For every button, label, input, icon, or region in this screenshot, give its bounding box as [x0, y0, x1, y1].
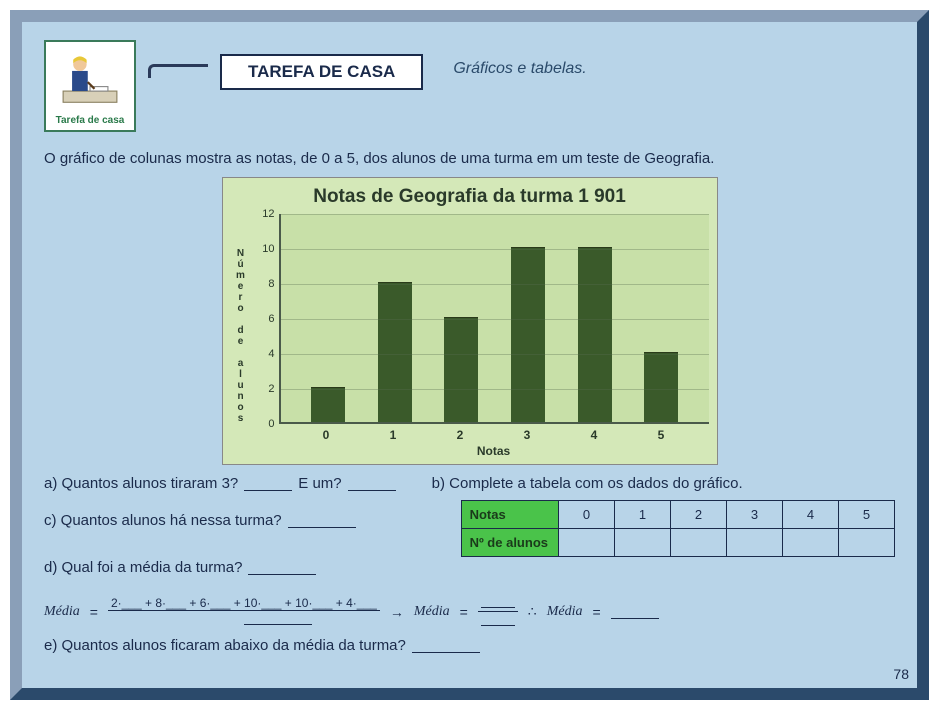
table-cell: 2 [671, 501, 727, 529]
blank-input[interactable] [288, 514, 356, 528]
table-cell: 5 [839, 501, 895, 529]
x-tick-label: 3 [494, 428, 561, 442]
x-tick-label: 5 [628, 428, 695, 442]
table-row2-label: Nº de alunos [461, 529, 558, 557]
badge-caption: Tarefa de casa [56, 115, 125, 126]
blank-input[interactable] [348, 477, 396, 491]
arrow-icon: → [390, 604, 404, 620]
chart-container: Notas de Geografia da turma 1 901 Número… [44, 177, 895, 465]
worksheet-title: TAREFA DE CASA [220, 54, 423, 90]
connector-line [148, 64, 208, 78]
question-c: c) Quantos alunos há nessa turma? [44, 512, 356, 529]
x-axis-label: Notas [279, 444, 709, 458]
chart-title: Notas de Geografia da turma 1 901 [231, 186, 709, 208]
x-tick-label: 0 [293, 428, 360, 442]
chart-bar [378, 282, 412, 422]
worksheet-subtitle: Gráficos e tabelas. [453, 60, 586, 78]
y-tick-label: 10 [262, 243, 274, 255]
x-tick-label: 2 [427, 428, 494, 442]
table-cell: 4 [783, 501, 839, 529]
fill-table: Notas 0 1 2 3 4 5 Nº de alunos [461, 500, 895, 557]
table-cell: 0 [559, 501, 615, 529]
question-b: b) Complete a tabela com os dados do grá… [432, 475, 743, 492]
blank-input[interactable] [248, 561, 316, 575]
question-a-mid: E um? [298, 475, 341, 492]
fraction: 2·___ + 8·___ + 6·___ + 10·___ + 10·___ … [108, 596, 380, 628]
table-cell-input[interactable] [615, 529, 671, 557]
blank-input[interactable] [244, 477, 292, 491]
blank-input[interactable] [412, 639, 480, 653]
student-desk-icon [50, 46, 130, 115]
chart-bar [578, 247, 612, 422]
blank-input[interactable] [176, 613, 244, 627]
blank-input[interactable] [481, 612, 515, 626]
media-label: Média [44, 604, 80, 620]
y-axis-label: Número de alunos [231, 214, 253, 458]
blank-input[interactable] [244, 611, 312, 625]
chart-bar [311, 387, 345, 422]
header: Tarefa de casa TAREFA DE CASA Gráficos e… [44, 40, 895, 132]
y-ticks: 024681012 [253, 214, 279, 458]
table-cell-input[interactable] [839, 529, 895, 557]
chart-bar [444, 317, 478, 422]
mean-formula: Média = 2·___ + 8·___ + 6·___ + 10·___ +… [44, 594, 895, 629]
worksheet-frame: Tarefa de casa TAREFA DE CASA Gráficos e… [10, 10, 929, 700]
table-cell-input[interactable] [727, 529, 783, 557]
page-number: 78 [893, 666, 909, 682]
y-tick-label: 2 [268, 383, 274, 395]
table-cell-input[interactable] [671, 529, 727, 557]
y-tick-label: 4 [268, 348, 274, 360]
y-tick-label: 0 [268, 418, 274, 430]
homework-badge: Tarefa de casa [44, 40, 136, 132]
x-tick-label: 1 [360, 428, 427, 442]
y-tick-label: 6 [268, 313, 274, 325]
bar-chart: Notas de Geografia da turma 1 901 Número… [222, 177, 718, 465]
chart-bar [511, 247, 545, 422]
table-cell-input[interactable] [783, 529, 839, 557]
question-e: e) Quantos alunos ficaram abaixo da médi… [44, 637, 895, 654]
fraction [478, 594, 518, 629]
question-a-b: a) Quantos alunos tiraram 3? E um? b) Co… [44, 475, 895, 492]
intro-text: O gráfico de colunas mostra as notas, de… [44, 150, 895, 167]
table-cell: 3 [727, 501, 783, 529]
table-row1-label: Notas [461, 501, 558, 529]
table-cell-input[interactable] [559, 529, 615, 557]
questions-block: a) Quantos alunos tiraram 3? E um? b) Co… [44, 475, 895, 654]
x-ticks: 012345 [279, 424, 709, 442]
chart-bar [644, 352, 678, 422]
y-tick-label: 12 [262, 208, 274, 220]
therefore-icon: ∴ [528, 603, 537, 620]
x-tick-label: 4 [561, 428, 628, 442]
y-tick-label: 8 [268, 278, 274, 290]
blank-input[interactable] [481, 594, 515, 608]
question-a-pre: a) Quantos alunos tiraram 3? [44, 475, 238, 492]
plot-area [279, 214, 709, 424]
blank-input[interactable] [611, 605, 659, 619]
question-d: d) Qual foi a média da turma? [44, 559, 356, 576]
table-cell: 1 [615, 501, 671, 529]
